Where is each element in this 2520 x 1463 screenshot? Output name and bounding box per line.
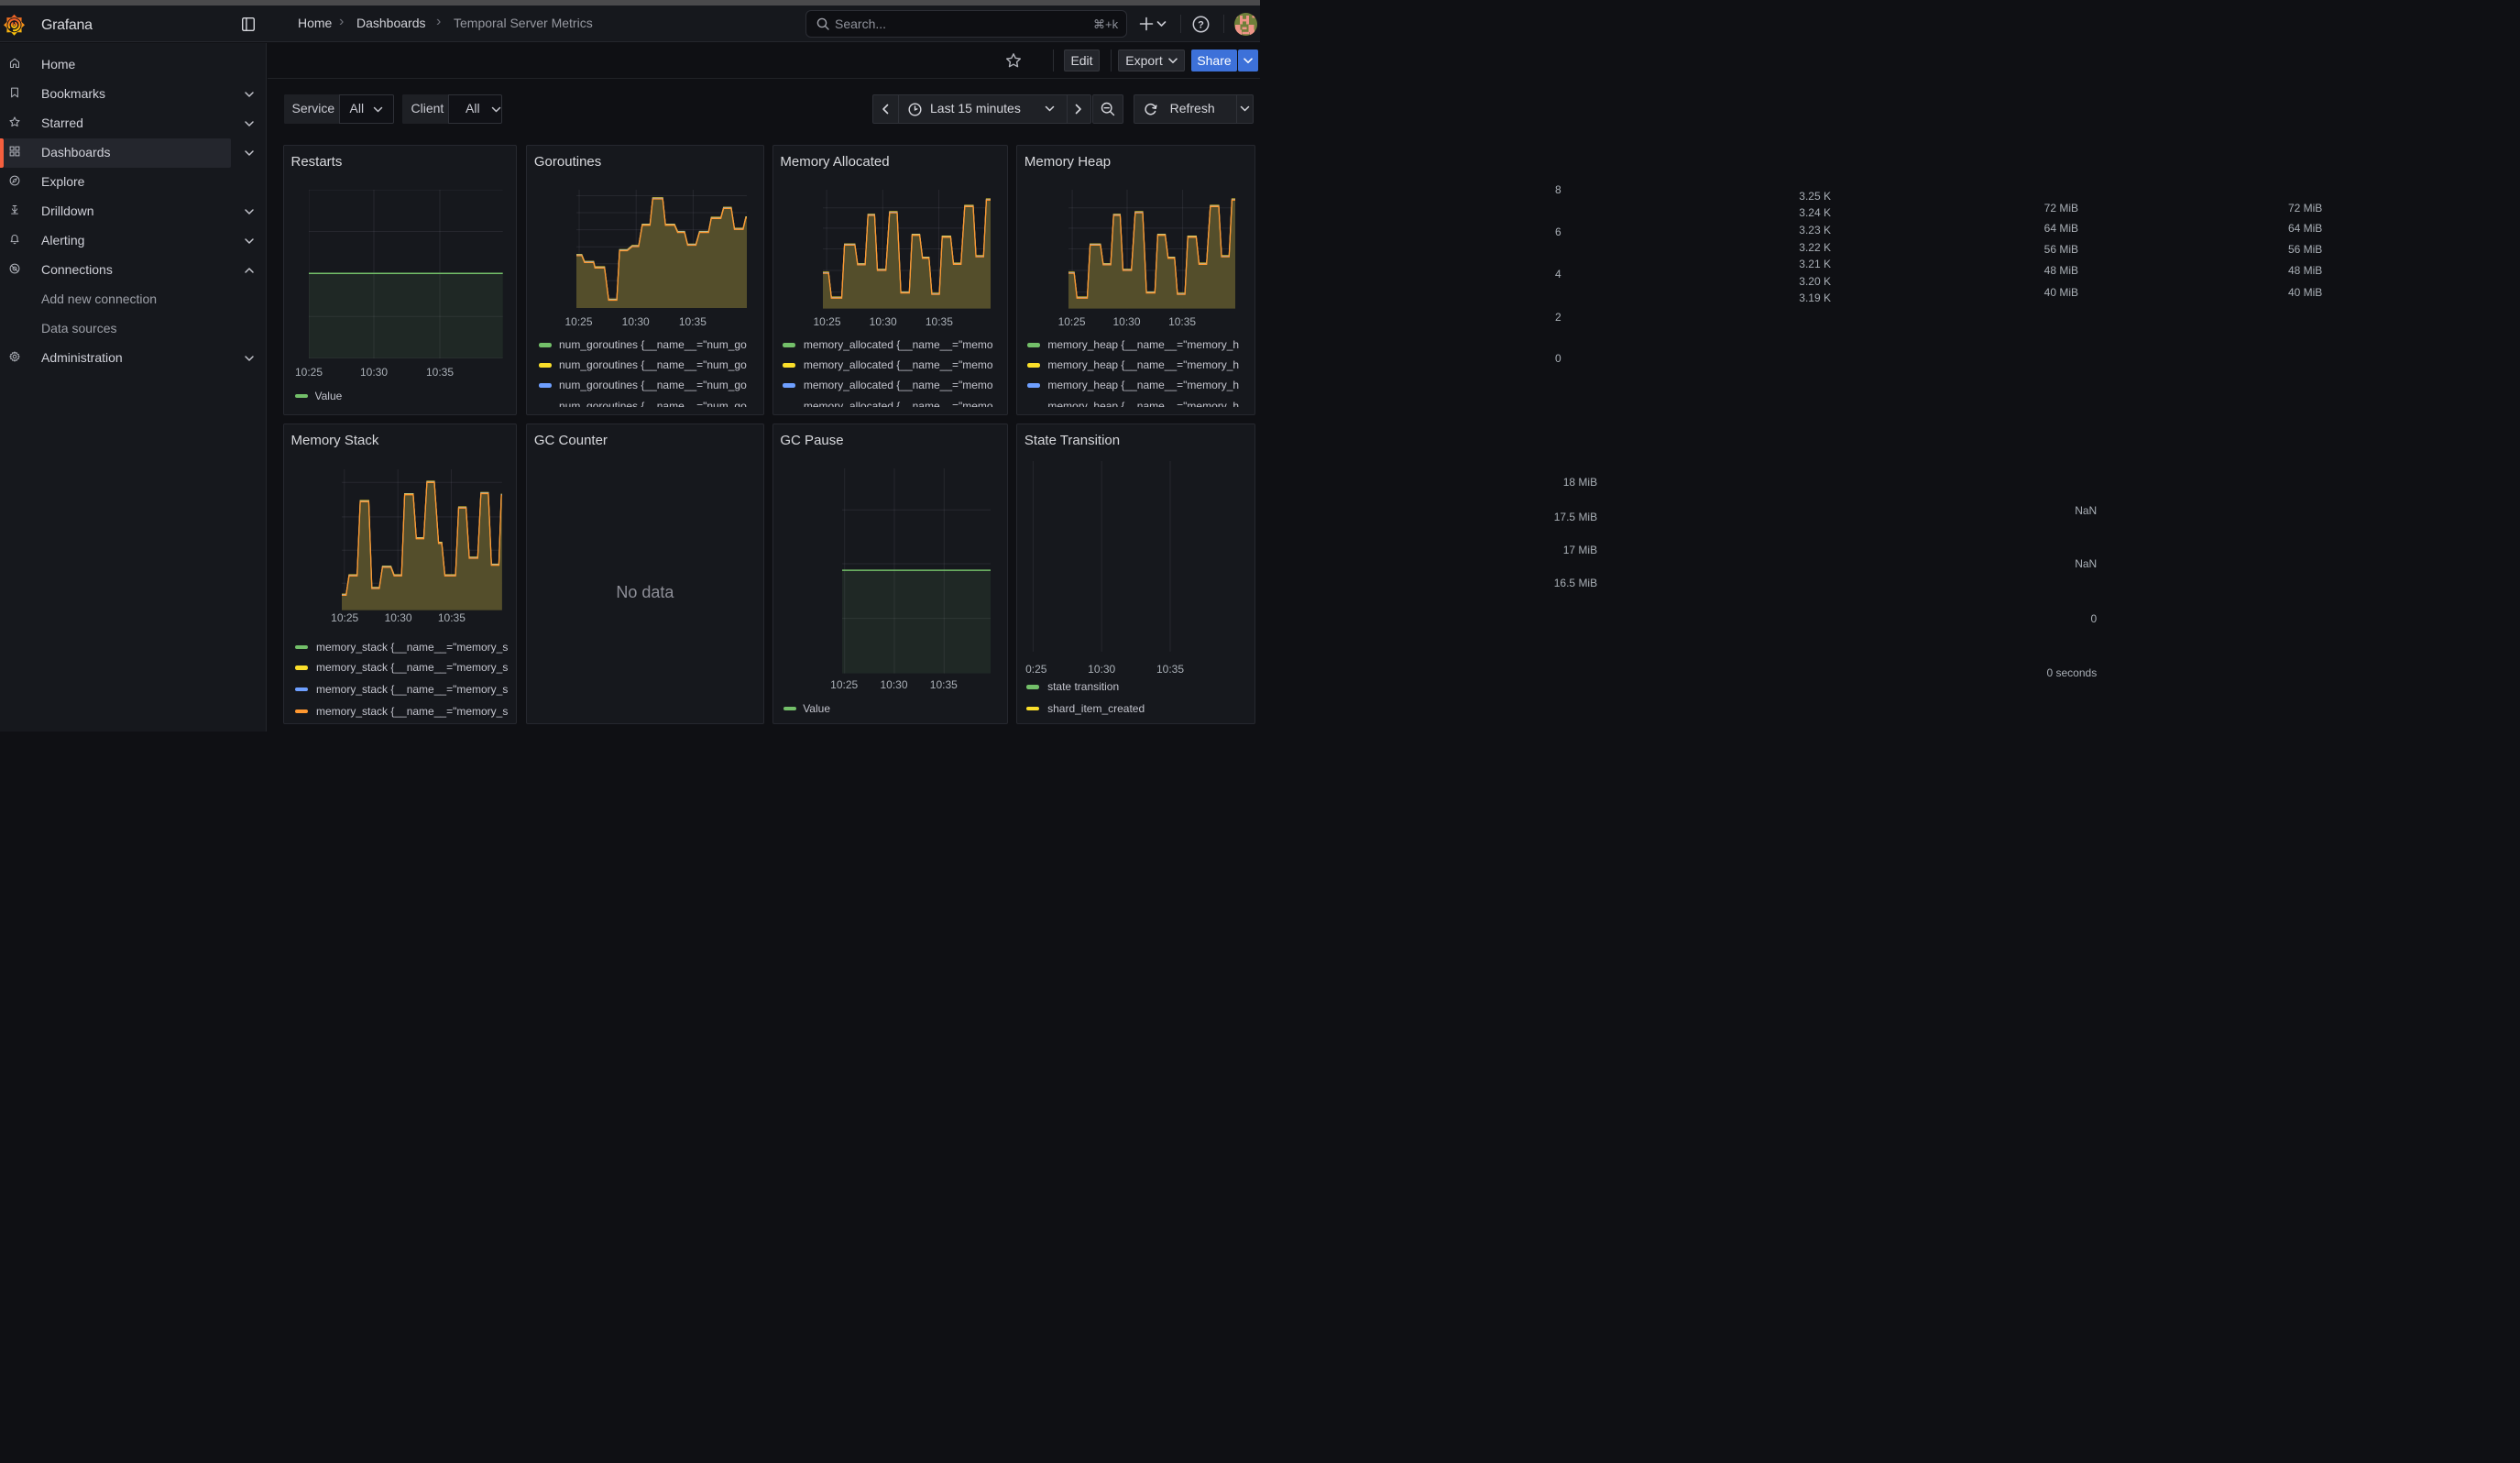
svg-text:?: ? xyxy=(1198,20,1204,31)
